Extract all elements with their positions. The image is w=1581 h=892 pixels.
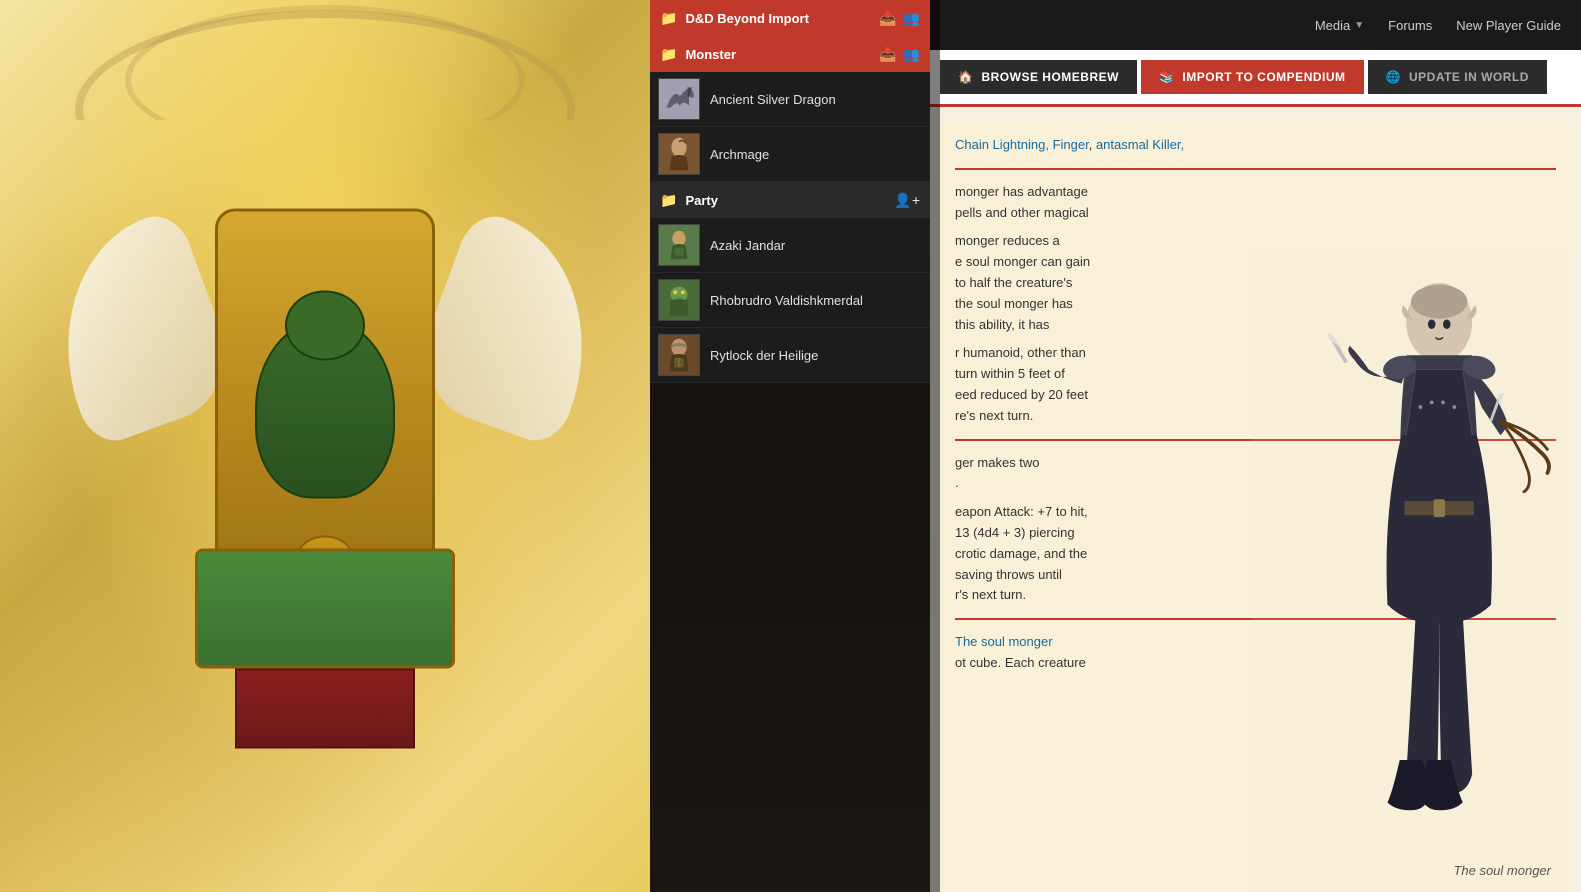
dropdown-panel: 📁 D&D Beyond Import 📤 👥 📁 Monster 📤 👥 [650, 0, 930, 383]
monster-folder-icon: 📁 [660, 46, 677, 63]
ddb-add-user-icon[interactable]: 👥 [903, 10, 920, 27]
wing-right [406, 207, 625, 450]
archmage-name: Archmage [710, 147, 769, 162]
party-item-rytlock[interactable]: Rytlock der Heilige [650, 328, 930, 383]
dragon-thumb-svg [659, 78, 699, 120]
rytlock-avatar [658, 334, 700, 376]
stat-block-content: Chain Lightning, Finger, antasmal Killer… [940, 120, 1571, 892]
action-buttons-bar: 🏠 BROWSE HOMEBREW 📚 IMPORT TO COMPENDIUM… [930, 50, 1581, 107]
monster-item-dragon[interactable]: Ancient Silver Dragon [650, 72, 930, 127]
monster-section-title: Monster [685, 47, 871, 62]
azaki-name: Azaki Jandar [710, 238, 785, 253]
throne-base [235, 669, 415, 749]
wing-left [26, 207, 245, 450]
azaki-avatar [658, 224, 700, 266]
media-chevron-icon: ▼ [1354, 20, 1364, 31]
party-item-azaki[interactable]: Azaki Jandar [650, 218, 930, 273]
import-compendium-button[interactable]: 📚 IMPORT TO COMPENDIUM [1141, 60, 1364, 94]
spell-links-text: Chain Lightning, Finger, antasmal Killer… [955, 135, 1556, 156]
archmage-thumb-svg [659, 133, 699, 175]
background-illustration [0, 0, 650, 892]
party-title: Party [685, 193, 886, 208]
monster-upload-icon[interactable]: 📤 [879, 46, 896, 63]
nav-media[interactable]: Media ▼ [1315, 18, 1364, 33]
monster-list: Ancient Silver Dragon Archmage [650, 72, 930, 182]
monster-portrait: The soul monger [1191, 240, 1571, 892]
main-content: 🏠 BROWSE HOMEBREW 📚 IMPORT TO COMPENDIUM… [930, 0, 1581, 892]
rhobrudro-name: Rhobrudro Valdishkmerdal [710, 293, 863, 308]
nav-new-player-guide[interactable]: New Player Guide [1456, 18, 1561, 33]
book-icon: 📚 [1159, 70, 1174, 84]
rhobrudro-avatar [658, 279, 700, 321]
soul-monger-illustration [1251, 240, 1571, 892]
main-top-nav: Media ▼ Forums New Player Guide [930, 0, 1581, 50]
home-icon: 🏠 [958, 70, 973, 84]
throne-area [135, 199, 515, 749]
ddb-import-title: D&D Beyond Import [685, 11, 871, 26]
throne-creature [255, 319, 395, 499]
ddb-header-actions: 📤 👥 [879, 10, 920, 27]
party-folder-icon: 📁 [660, 192, 677, 209]
browse-homebrew-button[interactable]: 🏠 BROWSE HOMEBREW [940, 60, 1137, 94]
archmage-thumbnail [658, 133, 700, 175]
throne-seat [195, 549, 455, 669]
globe-icon: 🌐 [1386, 70, 1401, 84]
update-world-button[interactable]: 🌐 UPDATE IN WORLD [1368, 60, 1547, 94]
party-add-icon[interactable]: 👤+ [894, 192, 920, 209]
ddb-import-header: 📁 D&D Beyond Import 📤 👥 [650, 0, 930, 36]
nav-forums[interactable]: Forums [1388, 18, 1432, 33]
folder-icon: 📁 [660, 10, 677, 27]
party-item-rhobrudro[interactable]: Rhobrudro Valdishkmerdal [650, 273, 930, 328]
dragon-thumbnail [658, 78, 700, 120]
soul-monger-ref[interactable]: The soul monger [955, 634, 1053, 649]
dragon-name: Ancient Silver Dragon [710, 92, 836, 107]
ddb-upload-icon[interactable]: 📤 [879, 10, 896, 27]
party-list: Azaki Jandar Rhobrudro Valdishkmerdal [650, 218, 930, 383]
rytlock-name: Rytlock der Heilige [710, 348, 818, 363]
monster-section-header: 📁 Monster 📤 👥 [650, 36, 930, 72]
monster-add-icon[interactable]: 👥 [903, 46, 920, 63]
party-section-header: 📁 Party 👤+ [650, 182, 930, 218]
soul-monger-caption: The soul monger [1453, 861, 1551, 882]
monster-item-archmage[interactable]: Archmage [650, 127, 930, 182]
